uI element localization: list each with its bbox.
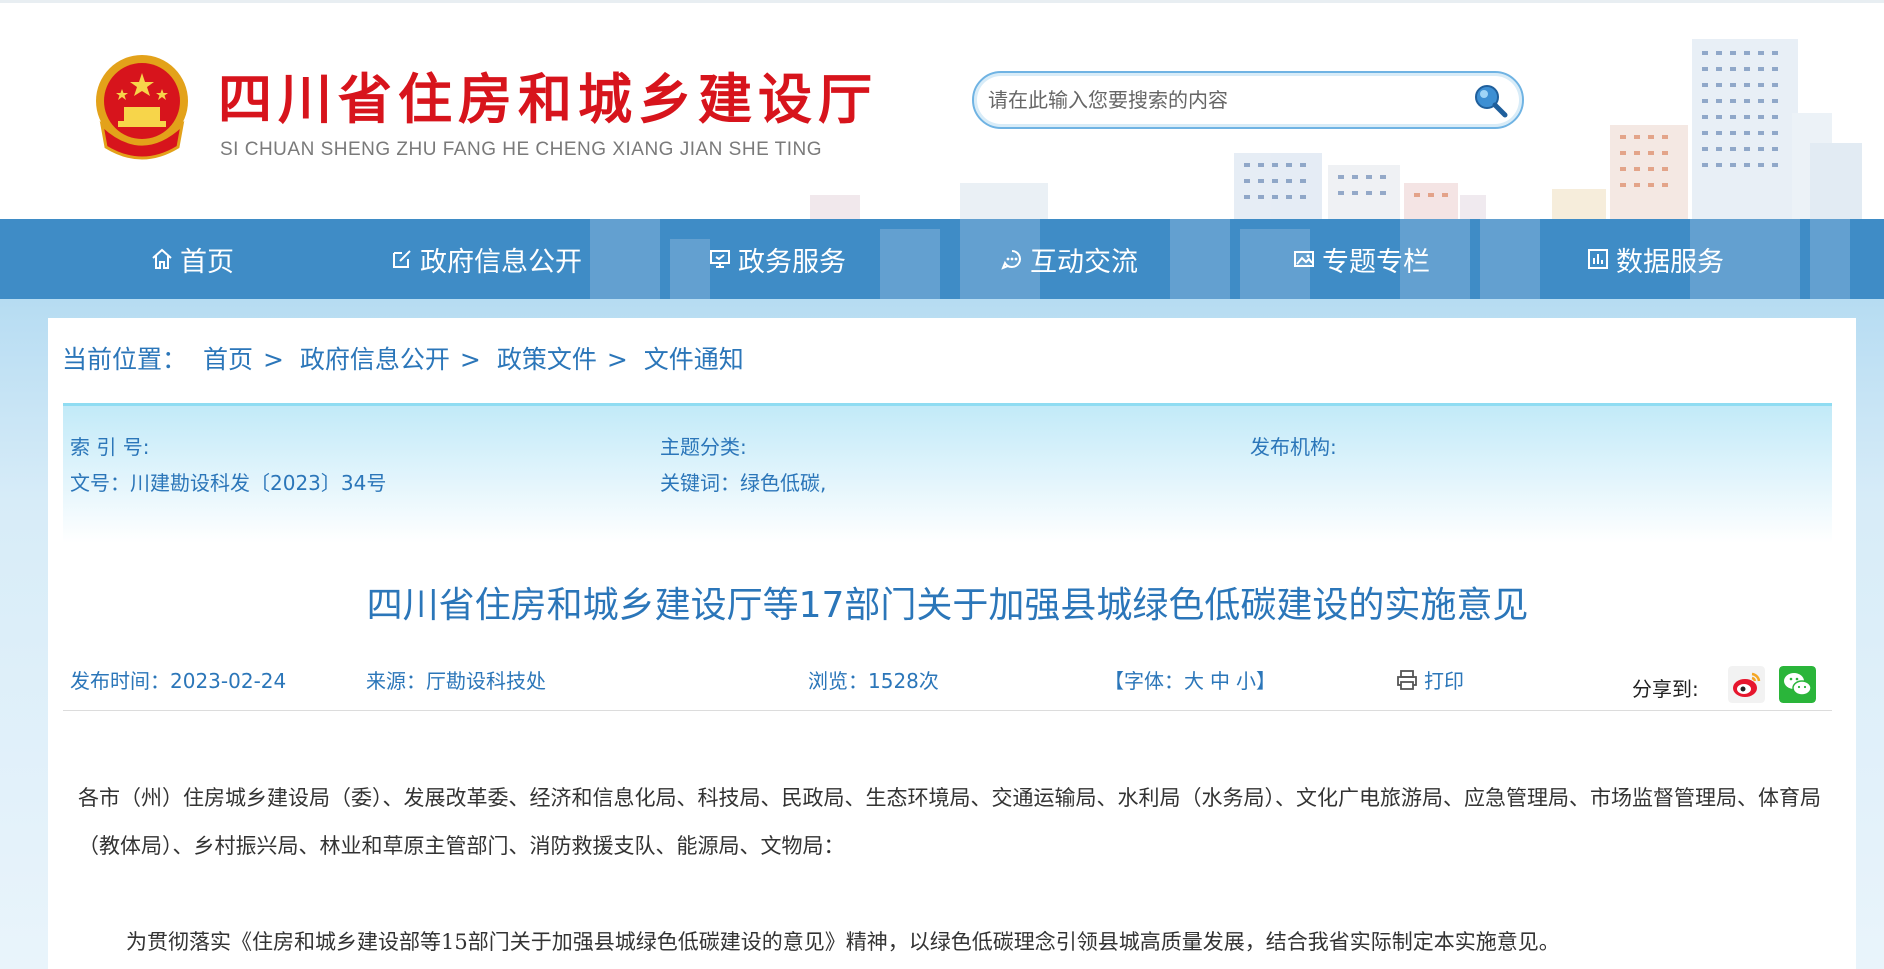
article-title: 四川省住房和城乡建设厅等17部门关于加强县城绿色低碳建设的实施意见 <box>366 585 1529 626</box>
nav-item-label: 互动交流 <box>1030 246 1138 278</box>
font-size-suffix: 】 <box>1256 669 1276 693</box>
breadcrumb-prefix: 当前位置： <box>62 345 188 374</box>
printer-icon <box>1397 669 1417 690</box>
publisher-label: 发布机构: <box>1250 435 1337 459</box>
national-emblem-icon <box>96 55 188 160</box>
document-number: 文号：川建勘设科发〔2023〕34号 <box>70 471 387 495</box>
font-size-small[interactable]: 小 <box>1236 669 1256 693</box>
font-size-prefix: 【字体： <box>1104 669 1184 693</box>
share-label: 分享到: <box>1632 677 1699 701</box>
site-header: 四川省住房和城乡建设厅 SI CHUAN SHENG ZHU FANG HE C… <box>0 0 1884 219</box>
article-paragraph: 各市（州）住房城乡建设局（委）、发展改革委、经济和信息化局、科技局、民政局、生态… <box>78 786 1821 858</box>
image-icon <box>1294 251 1314 267</box>
edit-icon <box>393 250 411 268</box>
site-title: 四川省住房和城乡建设厅 <box>218 67 878 131</box>
article-paragraph: 为贯彻落实《住房和城乡建设部等15部门关于加强县城绿色低碳建设的意见》精神，以绿… <box>126 930 1560 954</box>
nav-item-gov-info[interactable]: 政府信息公开 <box>390 219 582 299</box>
index-number-label: 索 引 号: <box>70 435 150 459</box>
nav-item-label: 政府信息公开 <box>420 246 582 278</box>
weibo-share-icon[interactable] <box>1728 666 1765 703</box>
print-button[interactable]: 打印 <box>1396 665 1464 694</box>
monitor-icon <box>710 250 730 268</box>
breadcrumb-home[interactable]: 首页 <box>203 345 253 374</box>
breadcrumb-gov-info[interactable]: 政府信息公开 <box>300 345 450 374</box>
breadcrumb-separator: > <box>262 345 284 374</box>
nav-item-label: 数据服务 <box>1616 246 1724 278</box>
nav-item-topics[interactable]: 专题专栏 <box>1292 219 1430 299</box>
print-label: 打印 <box>1424 669 1464 693</box>
breadcrumb: 当前位置： 首页 > 政府信息公开 > 政策文件 > 文件通知 <box>62 340 752 376</box>
nav-item-label: 政务服务 <box>738 246 846 278</box>
info-divider <box>63 710 1832 711</box>
wechat-share-icon[interactable] <box>1779 666 1816 703</box>
view-count: 浏览：1528次 <box>808 669 939 693</box>
keywords: 关键词：绿色低碳, <box>660 471 827 495</box>
nav-item-gov-services[interactable]: 政务服务 <box>708 219 846 299</box>
nav-item-label: 专题专栏 <box>1322 246 1430 278</box>
nav-item-interaction[interactable]: 互动交流 <box>1000 219 1138 299</box>
font-size-switcher: 【字体：大中小】 <box>1104 665 1276 694</box>
nav-item-home[interactable]: 首页 <box>150 219 234 299</box>
article-source: 来源：厅勘设科技处 <box>366 669 546 693</box>
home-icon <box>152 248 172 269</box>
breadcrumb-separator: > <box>606 345 628 374</box>
main-nav: 首页 政府信息公开 政务服务 互动交流 专题专栏 数据服务 <box>0 219 1884 299</box>
nav-item-label: 首页 <box>180 246 234 278</box>
breadcrumb-file-notice[interactable]: 文件通知 <box>644 345 744 374</box>
chart-icon <box>1588 249 1608 269</box>
font-size-medium[interactable]: 中 <box>1210 669 1230 693</box>
search-input[interactable] <box>988 83 1448 117</box>
topic-category-label: 主题分类: <box>660 435 747 459</box>
breadcrumb-policy-docs[interactable]: 政策文件 <box>497 345 597 374</box>
font-size-large[interactable]: 大 <box>1184 669 1204 693</box>
chat-icon <box>1001 250 1021 270</box>
nav-item-data-services[interactable]: 数据服务 <box>1586 219 1724 299</box>
site-subtitle: SI CHUAN SHENG ZHU FANG HE CHENG XIANG J… <box>220 139 823 160</box>
breadcrumb-separator: > <box>459 345 481 374</box>
search-box <box>972 71 1524 129</box>
search-icon[interactable] <box>1470 81 1510 121</box>
publish-time: 发布时间：2023-02-24 <box>70 669 287 693</box>
